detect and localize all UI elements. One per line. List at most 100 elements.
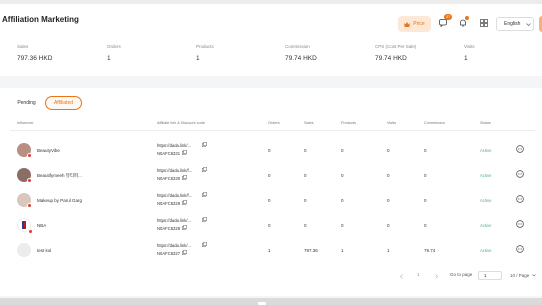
- orders-value: 0: [268, 148, 271, 153]
- affiliate-link[interactable]: https://dada.link/f...: [157, 193, 192, 198]
- orders-value: 1: [268, 248, 271, 253]
- avatar: [17, 218, 33, 234]
- influencer-name: Beautifymeeh 뷰티파...: [37, 173, 82, 178]
- copy-icon[interactable]: [182, 200, 187, 205]
- influencer-name: BeautyVibe: [37, 148, 60, 153]
- status-badge: Active: [480, 148, 492, 153]
- stat-cps: CPS (Cost Per Sale) 79.74 HKD: [375, 44, 416, 62]
- next-page-icon[interactable]: [434, 274, 439, 279]
- tab-affiliated[interactable]: Affiliated: [45, 96, 82, 110]
- copy-icon[interactable]: [202, 142, 207, 147]
- copy-icon[interactable]: [182, 175, 187, 180]
- influencer-name: Makeup by Parul Garg: [37, 198, 83, 203]
- chat-icon: [439, 19, 447, 27]
- platform-badge-icon: [27, 178, 32, 183]
- language-select[interactable]: English: [496, 17, 534, 31]
- bell-dot: [465, 16, 469, 20]
- discount-code: N0AFC6329: [157, 201, 181, 206]
- stat-label: Sales: [17, 44, 29, 49]
- commission-value: 0: [424, 173, 427, 178]
- stat-label: Orders: [107, 44, 121, 49]
- column-header-commission: Commission: [424, 121, 445, 125]
- stat-value: 79.74 HKD: [375, 55, 407, 62]
- discount-code: N0AFC6330: [157, 176, 181, 181]
- stat-orders: Orders 1: [107, 44, 121, 62]
- copy-icon[interactable]: [202, 242, 207, 247]
- status-badge: Active: [480, 248, 492, 253]
- stat-visits: Visits 1: [464, 44, 475, 62]
- table-row: NBA https://dada.link/... N0AFC6328 0 0 …: [10, 213, 535, 237]
- table-row: Makeup by Parul Garg https://dada.link/f…: [10, 188, 535, 212]
- more-circle-icon[interactable]: [516, 220, 524, 228]
- orders-value: 0: [268, 173, 271, 178]
- products-value: 0: [341, 223, 344, 228]
- header: Affiliation Marketing Price 37 English: [0, 4, 542, 36]
- table-row: BeautyVibe https://dada.link/... N0AFC63…: [10, 138, 535, 162]
- more-circle-icon[interactable]: [516, 245, 524, 253]
- page-size-value: 10 / Page: [510, 273, 530, 278]
- more-circle-icon[interactable]: [516, 145, 524, 153]
- stat-value: 79.74 HKD: [285, 55, 317, 62]
- stats-summary: Sales 797.36 HKD Orders 1 Products 1 Com…: [0, 36, 542, 76]
- affiliate-link[interactable]: https://dada.link/...: [157, 243, 191, 248]
- visits-value: 0: [387, 223, 390, 228]
- platform-badge-icon: [27, 203, 32, 208]
- copy-icon[interactable]: [202, 217, 207, 222]
- avatar: [17, 143, 32, 158]
- affiliate-link[interactable]: https://dada.link/...: [157, 143, 191, 148]
- chevron-down-icon: [526, 22, 532, 26]
- status-badge: Active: [480, 198, 492, 203]
- products-value: 1: [341, 248, 344, 253]
- column-header-influencer: Influencer: [17, 121, 34, 125]
- avatar: [17, 243, 31, 257]
- affiliate-link[interactable]: https://dada.link/f...: [157, 168, 192, 173]
- copy-icon[interactable]: [182, 225, 187, 230]
- copy-icon[interactable]: [182, 250, 187, 255]
- platform-badge-icon: [28, 229, 33, 234]
- affiliate-link[interactable]: https://dada.link/...: [157, 218, 191, 223]
- bell-button[interactable]: [458, 16, 469, 28]
- table-row: Beautifymeeh 뷰티파... https://dada.link/f.…: [10, 163, 535, 187]
- sales-value: 0: [304, 223, 307, 228]
- influencer-name: test kol: [37, 248, 52, 253]
- copy-icon[interactable]: [202, 192, 207, 197]
- horizontal-scrollbar[interactable]: [0, 298, 542, 305]
- column-header-status: Status: [480, 121, 491, 125]
- avatar: [17, 193, 32, 208]
- apps-button[interactable]: [479, 18, 489, 28]
- sales-value: 0: [304, 173, 307, 178]
- table-row: test kol https://dada.link/... N0AFC6327…: [10, 238, 535, 262]
- prev-page-icon[interactable]: [399, 274, 404, 279]
- discount-code: N0AFC6327: [157, 251, 181, 256]
- price-button[interactable]: Price: [398, 16, 431, 32]
- products-value: 0: [341, 173, 344, 178]
- status-badge: Active: [480, 223, 492, 228]
- page-size-select[interactable]: 10 / Page: [506, 271, 540, 280]
- bell-icon: [460, 19, 466, 27]
- language-value: English: [504, 21, 521, 27]
- visits-value: 0: [387, 173, 390, 178]
- status-badge: Active: [480, 173, 492, 178]
- stat-label: CPS (Cost Per Sale): [375, 44, 417, 49]
- chat-button[interactable]: 37: [438, 14, 452, 28]
- crown-icon: [404, 21, 411, 27]
- stat-value: 1: [196, 55, 200, 62]
- copy-icon[interactable]: [202, 167, 207, 172]
- copy-icon[interactable]: [182, 150, 187, 155]
- grid-icon: [480, 19, 488, 27]
- more-circle-icon[interactable]: [516, 170, 524, 178]
- tab-pending[interactable]: Pending: [10, 96, 43, 110]
- goto-page-input[interactable]: 1: [478, 271, 502, 280]
- commission-value: 0: [424, 148, 427, 153]
- visits-value: 0: [387, 148, 390, 153]
- discount-code: N0AFC6328: [157, 226, 181, 231]
- goto-label: Go to page: [450, 272, 473, 277]
- orders-value: 0: [268, 198, 271, 203]
- visits-value: 1: [387, 248, 390, 253]
- stat-value: 1: [464, 55, 468, 62]
- orders-value: 0: [268, 223, 271, 228]
- notification-badge: 37: [444, 14, 452, 20]
- current-page[interactable]: 1: [417, 272, 420, 282]
- more-circle-icon[interactable]: [516, 195, 524, 203]
- platform-badge-icon: [27, 153, 32, 158]
